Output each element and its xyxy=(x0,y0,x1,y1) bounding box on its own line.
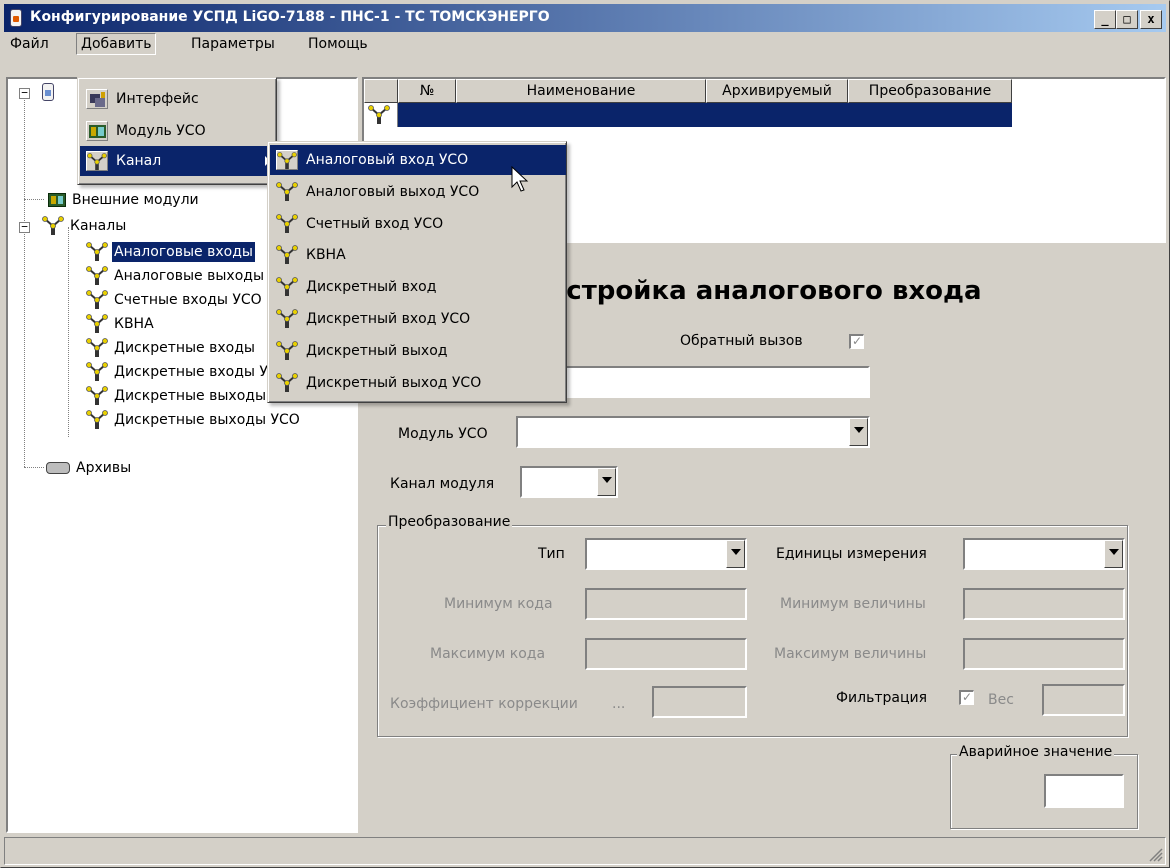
min-code-label: Минимум кода xyxy=(444,596,553,612)
channels-expander[interactable]: − xyxy=(19,221,30,233)
chevron-down-icon[interactable] xyxy=(849,418,868,446)
units-label: Единицы измерения xyxy=(776,546,927,562)
minimize-button[interactable]: _ xyxy=(1094,10,1116,29)
type-label: Тип xyxy=(538,546,565,562)
chevron-down-icon[interactable] xyxy=(1104,540,1123,568)
channel-icon xyxy=(42,216,64,236)
interface-icon xyxy=(86,89,108,109)
menu-item-discrete-output-uso[interactable]: Дискретный выход УСО xyxy=(270,368,566,398)
status-bar xyxy=(4,837,1166,865)
maximize-button[interactable]: □ xyxy=(1116,10,1138,29)
callback-label: Обратный вызов xyxy=(680,333,803,349)
menu-add[interactable]: Добавить xyxy=(76,33,157,55)
channel-icon xyxy=(276,309,298,329)
channel-icon xyxy=(276,245,298,265)
weight-field[interactable] xyxy=(1042,684,1125,716)
max-code-label: Максимум кода xyxy=(430,646,546,662)
module-icon xyxy=(48,193,66,207)
menu-parameters[interactable]: Параметры xyxy=(187,33,279,55)
column-conversion[interactable]: Преобразование xyxy=(848,79,1012,103)
units-select[interactable] xyxy=(963,538,1125,570)
channel-icon xyxy=(86,314,108,334)
min-code-field[interactable] xyxy=(585,588,747,620)
callback-checkbox[interactable]: ✓ xyxy=(849,334,864,349)
channel-icon xyxy=(276,182,298,202)
menu-item-counter-input-uso[interactable]: Счетный вход УСО xyxy=(270,209,566,239)
menu-item-uso-module[interactable]: Модуль УСО xyxy=(80,116,276,146)
conversion-group-title: Преобразование xyxy=(386,514,513,530)
menu-help[interactable]: Помощь xyxy=(304,33,372,55)
channel-icon xyxy=(276,214,298,234)
add-menu: Интерфейс Модуль УСО Канал xyxy=(77,77,277,185)
table-row[interactable] xyxy=(398,103,1012,127)
menu-item-kvna[interactable]: КВНА xyxy=(270,240,566,270)
grid-indicator-header xyxy=(364,79,398,103)
mouse-cursor-icon xyxy=(511,166,529,192)
tree-line xyxy=(68,227,69,437)
correction-field[interactable] xyxy=(652,686,747,718)
window-title: Конфигурирование УСПД LiGO-7188 - ПНС-1 … xyxy=(30,9,550,25)
max-value-field[interactable] xyxy=(963,638,1125,670)
root-device-icon xyxy=(42,83,54,101)
module-select[interactable] xyxy=(516,416,870,448)
main-window: Конфигурирование УСПД LiGO-7188 - ПНС-1 … xyxy=(0,0,1170,868)
channel-icon xyxy=(86,410,108,430)
channel-icon xyxy=(86,338,108,358)
tree-line xyxy=(24,93,25,467)
max-code-field[interactable] xyxy=(585,638,747,670)
chevron-down-icon[interactable] xyxy=(597,468,616,496)
module-icon xyxy=(86,121,108,141)
channel-icon xyxy=(276,373,298,393)
column-number[interactable]: № xyxy=(398,79,456,103)
alarm-value-field[interactable] xyxy=(1044,774,1124,808)
channel-icon xyxy=(276,150,298,170)
min-value-label: Минимум величины xyxy=(780,596,926,612)
filter-checkbox[interactable]: ✓ xyxy=(959,690,974,705)
tree-line xyxy=(24,199,44,200)
max-value-label: Максимум величины xyxy=(774,646,927,662)
resize-grip-icon[interactable] xyxy=(1147,846,1163,862)
app-icon xyxy=(10,9,22,27)
alarm-group-title: Аварийное значение xyxy=(957,744,1115,760)
tree-line xyxy=(24,467,44,468)
menu-item-discrete-input-uso[interactable]: Дискретный вход УСО xyxy=(270,304,566,334)
weight-label: Вес xyxy=(988,692,1014,708)
channel-icon xyxy=(86,386,108,406)
min-value-field[interactable] xyxy=(963,588,1125,620)
channel-select[interactable] xyxy=(520,466,618,498)
module-label: Модуль УСО xyxy=(398,426,488,442)
root-expander[interactable]: − xyxy=(19,87,30,99)
channel-icon xyxy=(276,277,298,297)
channel-icon xyxy=(86,266,108,286)
menu-file[interactable]: Файл xyxy=(6,33,53,55)
menu-item-interface[interactable]: Интерфейс xyxy=(80,84,276,114)
form-title: Настройка аналогового входа xyxy=(527,276,982,306)
column-name[interactable]: Наименование xyxy=(456,79,706,103)
channel-label: Канал модуля xyxy=(390,476,495,492)
title-bar[interactable]: Конфигурирование УСПД LiGO-7188 - ПНС-1 … xyxy=(4,4,1166,32)
archive-icon xyxy=(46,462,70,474)
chevron-down-icon[interactable] xyxy=(726,540,745,568)
channel-icon xyxy=(86,151,108,171)
menu-item-discrete-output[interactable]: Дискретный выход xyxy=(270,336,566,366)
correction-label: Коэффициент коррекции xyxy=(390,696,578,712)
channel-icon xyxy=(86,242,108,262)
correction-ellipsis-button[interactable]: ... xyxy=(612,694,625,714)
column-archived[interactable]: Архивируемый xyxy=(706,79,848,103)
channel-icon xyxy=(86,290,108,310)
channel-icon xyxy=(276,341,298,361)
menu-item-discrete-input[interactable]: Дискретный вход xyxy=(270,272,566,302)
filter-label: Фильтрация xyxy=(836,690,928,706)
channel-icon xyxy=(86,362,108,382)
menu-item-channel[interactable]: Канал xyxy=(80,146,276,176)
channel-icon xyxy=(368,105,390,125)
close-button[interactable]: x xyxy=(1140,10,1162,29)
type-select[interactable] xyxy=(585,538,747,570)
row-indicator xyxy=(364,103,398,127)
menu-bar: Файл Добавить Параметры Помощь xyxy=(4,33,1166,55)
